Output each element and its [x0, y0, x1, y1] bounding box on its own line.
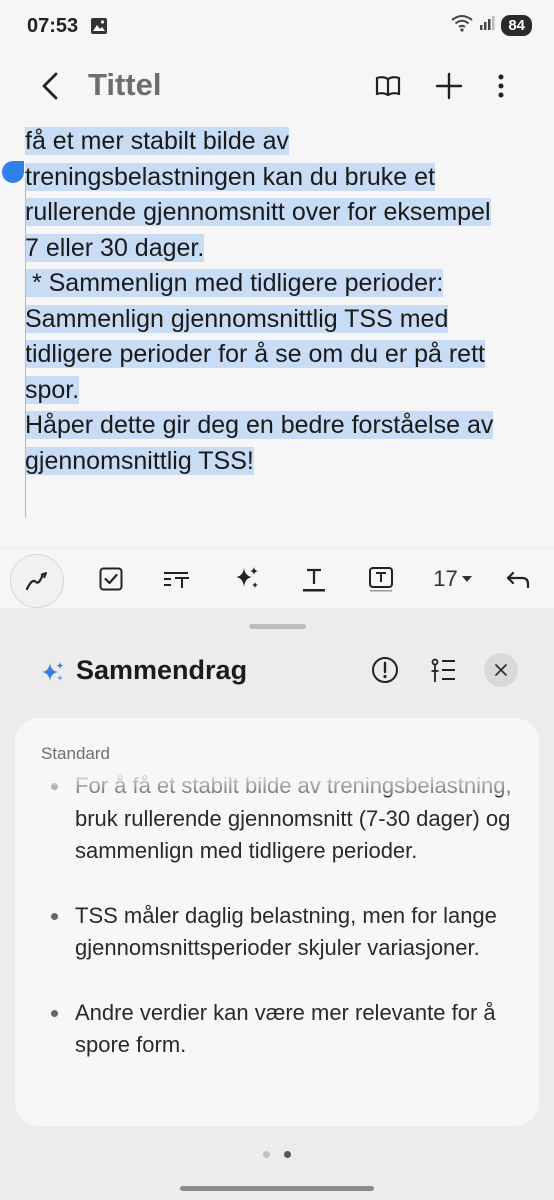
- summary-format-button[interactable]: [426, 653, 460, 687]
- sparkle-icon: [236, 567, 258, 588]
- drag-handle[interactable]: [249, 624, 306, 629]
- editor-line: rullerende gjennomsnitt over for eksempe…: [25, 198, 491, 226]
- close-icon: [495, 664, 507, 676]
- checklist-button[interactable]: [89, 557, 133, 601]
- editor-line: Håper dette gir deg en bedre forståelse …: [25, 411, 494, 439]
- selection-handle[interactable]: [2, 161, 24, 183]
- text-style-button[interactable]: [155, 557, 199, 601]
- summary-style-label: Standard: [41, 744, 110, 763]
- note-editor[interactable]: få et mer stabilt bilde av treningsbelas…: [0, 118, 554, 546]
- image-notification-icon: [90, 17, 108, 35]
- back-arrow-icon: [42, 72, 58, 100]
- text-format-icon: [164, 572, 189, 588]
- sparkle-icon: [40, 660, 66, 686]
- undo-icon: [506, 571, 530, 589]
- reading-mode-button[interactable]: [368, 66, 408, 106]
- editor-line: få et mer stabilt bilde av: [25, 127, 290, 155]
- handwriting-button[interactable]: [10, 554, 64, 608]
- more-options-button[interactable]: [481, 66, 521, 106]
- note-title[interactable]: Tittel: [88, 67, 162, 103]
- summary-title: Sammendrag: [76, 655, 248, 685]
- editor-line: 7 eller 30 dager.: [25, 233, 205, 262]
- close-button[interactable]: [484, 653, 518, 687]
- add-button[interactable]: [429, 66, 469, 106]
- ai-assist-button[interactable]: [225, 557, 269, 601]
- editor-line: * Sammenlign med tidligere perioder:: [25, 269, 444, 297]
- editor-line: treningsbelastningen kan du bruke et: [25, 162, 436, 191]
- book-icon: [375, 76, 401, 97]
- page-indicator: [0, 1151, 554, 1158]
- text-box-icon: [369, 567, 393, 592]
- editor-line: Sammenlign gjennomsnittlig TSS med: [25, 304, 449, 333]
- list-settings-icon: [431, 658, 455, 682]
- more-vertical-icon: [498, 74, 504, 98]
- text-color-button[interactable]: [292, 557, 336, 601]
- home-indicator[interactable]: [180, 1186, 374, 1191]
- pen-icon: [25, 572, 47, 591]
- editor-line: spor.: [25, 375, 80, 404]
- scroll-fade: [15, 770, 539, 796]
- dropdown-triangle-icon: [461, 576, 472, 582]
- checkbox-icon: [99, 567, 123, 591]
- info-button[interactable]: [368, 653, 402, 687]
- page-dot-active[interactable]: [284, 1151, 291, 1158]
- text-underline-icon: [303, 568, 325, 592]
- info-icon: [372, 657, 398, 683]
- summary-bullet: Andre verdier kan være mer relevante for…: [51, 997, 515, 1062]
- summary-sheet: Sammendrag Standard For å få et stabilt …: [0, 608, 554, 1200]
- signal-icon: [479, 15, 495, 36]
- editor-line: gjennomsnittlig TSS!: [25, 446, 254, 475]
- summary-bullet-list: For å få et stabilt bilde av treningsbel…: [51, 770, 515, 1094]
- page-dot[interactable]: [263, 1151, 270, 1158]
- status-bar: 07:53 84: [0, 0, 554, 54]
- text-caret: [25, 178, 26, 518]
- font-size-value: 17: [433, 566, 458, 591]
- wifi-icon: [451, 14, 473, 37]
- plus-icon: [435, 72, 463, 100]
- app-header: Tittel: [0, 54, 554, 116]
- undo-button[interactable]: [496, 557, 540, 601]
- back-button[interactable]: [32, 66, 72, 106]
- font-size-dropdown[interactable]: 17: [428, 557, 478, 601]
- summary-bullet: TSS måler daglig belastning, men for lan…: [51, 900, 515, 965]
- status-time: 07:53: [27, 15, 79, 37]
- note-body[interactable]: få et mer stabilt bilde av treningsbelas…: [25, 124, 530, 479]
- battery-indicator: 84: [501, 15, 532, 36]
- summary-card[interactable]: Standard For å få et stabilt bilde av tr…: [15, 718, 539, 1126]
- text-box-button[interactable]: [359, 557, 403, 601]
- editor-line: tidligere perioder for å se om du er på …: [25, 340, 485, 368]
- editor-toolbar: 17: [0, 548, 554, 608]
